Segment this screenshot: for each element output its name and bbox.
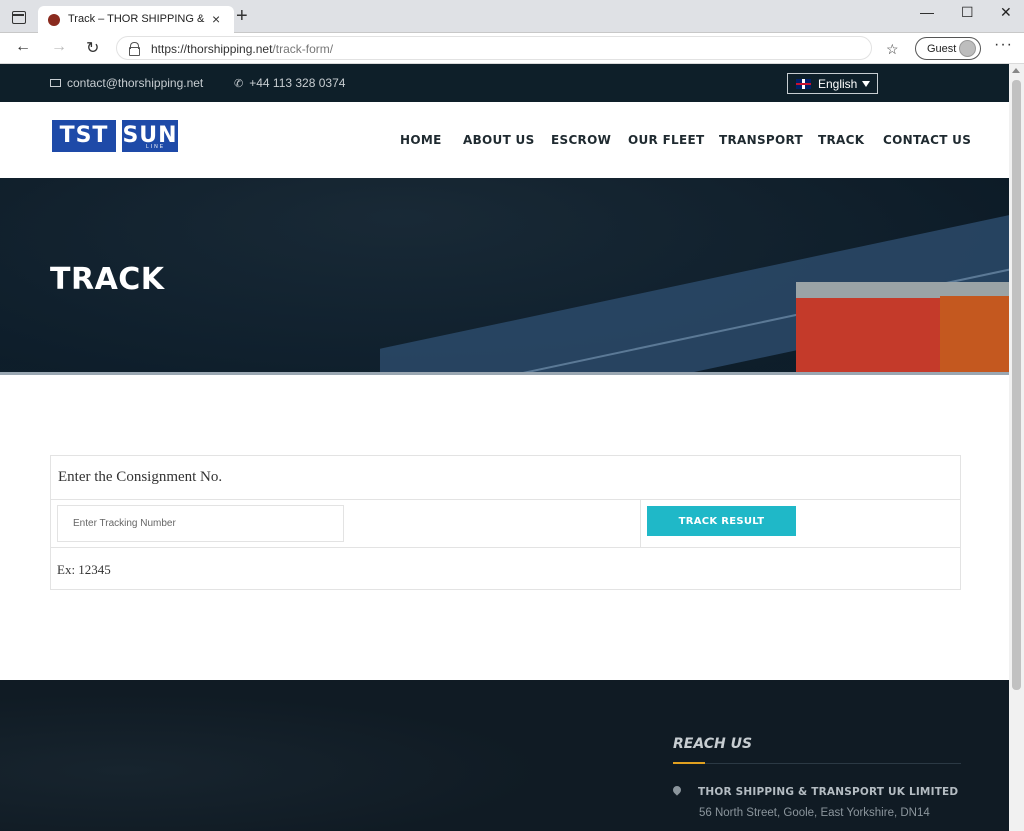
footer-world-map xyxy=(0,680,620,831)
page-hero-banner: TRACK xyxy=(0,178,1009,375)
track-form: Enter the Consignment No. TRACK RESULT E… xyxy=(50,455,961,590)
site-footer: REACH US THOR SHIPPING & TRANSPORT UK LI… xyxy=(0,680,1009,831)
web-page: contact@thorshipping.net ✆ +44 113 328 03… xyxy=(0,64,1009,831)
nav-escrow[interactable]: ESCROW xyxy=(551,133,611,147)
url-text: https://thorshipping.net/track-form/ xyxy=(151,42,333,56)
site-logo[interactable]: TST SUN LINE xyxy=(52,120,178,152)
tab-actions-icon[interactable] xyxy=(12,11,26,24)
nav-track[interactable]: TRACK xyxy=(818,133,864,147)
scroll-up-icon[interactable] xyxy=(1012,68,1020,73)
url-field[interactable]: https://thorshipping.net/track-form/ xyxy=(116,36,872,60)
contact-email-text: contact@thorshipping.net xyxy=(67,76,204,90)
browser-tab[interactable]: Track – THOR SHIPPING & TRAN × xyxy=(38,6,234,34)
footer-address: 56 North Street, Goole, East Yorkshire, … xyxy=(699,807,930,819)
footer-divider xyxy=(673,763,961,764)
forward-icon[interactable]: → xyxy=(51,38,67,56)
scroll-thumb[interactable] xyxy=(1012,80,1021,690)
browser-tab-bar: Track – THOR SHIPPING & TRAN × + — ☐ ✕ xyxy=(0,0,1024,34)
footer-heading: REACH US xyxy=(673,736,753,752)
uk-flag-icon xyxy=(796,79,811,89)
lock-icon xyxy=(129,42,140,56)
footer-company-name: THOR SHIPPING & TRANSPORT UK LIMITED xyxy=(698,786,959,798)
nav-our-fleet[interactable]: OUR FLEET xyxy=(628,133,705,147)
maximize-icon[interactable]: ☐ xyxy=(961,4,974,21)
tracking-number-input[interactable] xyxy=(57,505,344,542)
tab-close-icon[interactable]: × xyxy=(212,11,220,27)
contact-phone[interactable]: ✆ +44 113 328 0374 xyxy=(234,76,345,90)
nav-contact-us[interactable]: CONTACT US xyxy=(883,133,971,147)
page-title: TRACK xyxy=(50,262,165,297)
language-select[interactable]: English xyxy=(787,73,878,94)
reload-icon[interactable]: ↻ xyxy=(86,38,99,58)
hero-truck-trailer xyxy=(940,296,1009,375)
nav-transport[interactable]: TRANSPORT xyxy=(719,133,803,147)
contact-phone-text: +44 113 328 0374 xyxy=(249,76,346,90)
favorites-icon[interactable]: ☆ xyxy=(886,41,899,58)
tracking-example: Ex: 12345 xyxy=(57,562,111,577)
caret-down-icon xyxy=(862,81,870,87)
url-host: https://thorshipping.net xyxy=(151,42,273,56)
nav-home[interactable]: HOME xyxy=(400,133,442,147)
more-menu-icon[interactable]: ··· xyxy=(994,36,1013,54)
language-label: English xyxy=(818,77,858,91)
logo-left: TST xyxy=(52,120,116,152)
new-tab-icon[interactable]: + xyxy=(236,6,248,26)
profile-label: Guest xyxy=(927,43,957,55)
track-result-button[interactable]: TRACK RESULT xyxy=(647,506,796,536)
top-contact-bar: contact@thorshipping.net ✆ +44 113 328 03… xyxy=(0,64,1009,102)
mail-icon xyxy=(50,79,61,87)
contact-email[interactable]: contact@thorshipping.net xyxy=(50,76,203,90)
track-form-row: TRACK RESULT xyxy=(51,500,960,548)
location-pin-icon xyxy=(671,784,683,796)
back-icon[interactable]: ← xyxy=(15,38,31,56)
avatar xyxy=(959,40,976,57)
close-window-icon[interactable]: ✕ xyxy=(1000,4,1012,21)
hero-divider xyxy=(0,372,1009,375)
nav-about-us[interactable]: ABOUT US xyxy=(463,133,535,147)
form-divider xyxy=(640,500,641,548)
url-path: /track-form/ xyxy=(272,42,334,56)
track-form-heading: Enter the Consignment No. xyxy=(51,456,960,500)
footer-accent-bar xyxy=(673,762,705,764)
tab-title: Track – THOR SHIPPING & TRAN xyxy=(68,13,206,25)
browser-address-bar: ← → ↻ https://thorshipping.net/track-for… xyxy=(0,33,1024,64)
phone-icon: ✆ xyxy=(234,78,244,90)
site-header: TST SUN LINE HOME ABOUT US ESCROW OUR FL… xyxy=(0,102,1009,178)
logo-sub: LINE xyxy=(146,144,166,150)
minimize-icon[interactable]: — xyxy=(920,4,934,20)
page-scrollbar[interactable] xyxy=(1009,64,1024,831)
site-favicon-icon xyxy=(48,14,60,26)
profile-button[interactable]: Guest xyxy=(915,37,981,60)
